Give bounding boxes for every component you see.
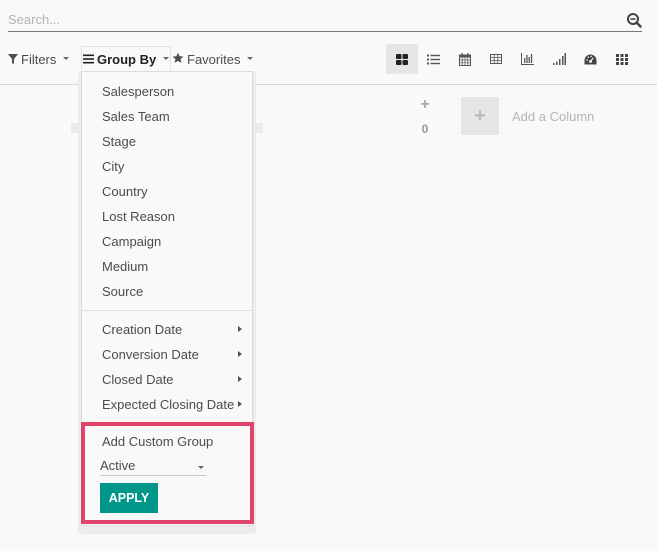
search-icon[interactable] bbox=[626, 12, 642, 28]
caret-right-icon bbox=[238, 376, 242, 382]
add-custom-group-label: Add Custom Group bbox=[102, 434, 214, 449]
quick-create-plus-icon[interactable]: + bbox=[418, 96, 432, 114]
search-input[interactable] bbox=[8, 8, 608, 30]
add-column-button[interactable]: + bbox=[461, 97, 499, 135]
search-toolbar: Filters Group By Favorites bbox=[0, 44, 657, 74]
list-icon bbox=[426, 54, 440, 64]
pivot-icon bbox=[490, 54, 503, 64]
dropdown-divider bbox=[82, 310, 252, 311]
groupby-button[interactable]: Group By bbox=[81, 46, 172, 72]
groupby-option[interactable]: Lost Reason bbox=[102, 209, 175, 224]
caret-right-icon bbox=[238, 401, 242, 407]
apply-button[interactable]: APPLY bbox=[100, 483, 158, 513]
view-switcher bbox=[386, 44, 638, 74]
groupby-option[interactable]: Sales Team bbox=[102, 109, 170, 124]
favorites-button[interactable]: Favorites bbox=[172, 47, 254, 71]
view-list-button[interactable] bbox=[418, 44, 450, 74]
caret-down-icon bbox=[63, 56, 70, 60]
bar-chart-icon bbox=[521, 53, 535, 65]
star-icon bbox=[172, 52, 184, 67]
caret-down-icon bbox=[198, 466, 204, 469]
groupby-date-option[interactable]: Conversion Date bbox=[102, 347, 199, 362]
groupby-option[interactable]: Campaign bbox=[102, 234, 161, 249]
view-calendar-button[interactable] bbox=[449, 44, 481, 74]
groupby-date-option[interactable]: Closed Date bbox=[102, 372, 174, 387]
filters-label: Filters bbox=[21, 51, 57, 67]
view-graph-button[interactable] bbox=[512, 44, 544, 74]
add-column-label[interactable]: Add a Column bbox=[512, 109, 594, 124]
groupby-label: Group By bbox=[97, 52, 157, 67]
filter-icon bbox=[8, 52, 18, 67]
filters-button[interactable]: Filters bbox=[8, 47, 70, 71]
column-record-count: 0 bbox=[421, 122, 429, 136]
grid-icon bbox=[616, 53, 629, 65]
caret-right-icon bbox=[238, 351, 242, 357]
groupby-date-option[interactable]: Expected Closing Date bbox=[102, 397, 234, 412]
caret-right-icon bbox=[238, 326, 242, 332]
groupby-option[interactable]: City bbox=[102, 159, 124, 174]
groupby-date-option[interactable]: Creation Date bbox=[102, 322, 182, 337]
kanban-icon bbox=[395, 53, 408, 65]
groupby-option[interactable]: Medium bbox=[102, 259, 148, 274]
groupby-option[interactable]: Country bbox=[102, 184, 148, 199]
search-bar bbox=[8, 8, 642, 32]
plus-icon: + bbox=[474, 104, 486, 127]
view-pivot-button[interactable] bbox=[481, 44, 513, 74]
view-activity-button[interactable] bbox=[607, 44, 639, 74]
dashboard-icon bbox=[584, 54, 597, 64]
favorites-label: Favorites bbox=[187, 51, 241, 67]
view-cohort-button[interactable] bbox=[544, 44, 576, 74]
custom-group-select[interactable]: Active bbox=[100, 458, 206, 476]
caret-down-icon bbox=[163, 57, 170, 60]
groupby-option[interactable]: Source bbox=[102, 284, 143, 299]
view-kanban-button[interactable] bbox=[386, 44, 418, 74]
view-dashboard-button[interactable] bbox=[575, 44, 607, 74]
groupby-option[interactable]: Stage bbox=[102, 134, 136, 149]
custom-group-selected-value: Active bbox=[100, 458, 136, 473]
bars-icon bbox=[83, 52, 94, 67]
cohort-icon bbox=[552, 53, 566, 65]
caret-down-icon bbox=[247, 56, 254, 60]
groupby-option[interactable]: Salesperson bbox=[102, 84, 174, 99]
calendar-icon bbox=[458, 52, 471, 66]
